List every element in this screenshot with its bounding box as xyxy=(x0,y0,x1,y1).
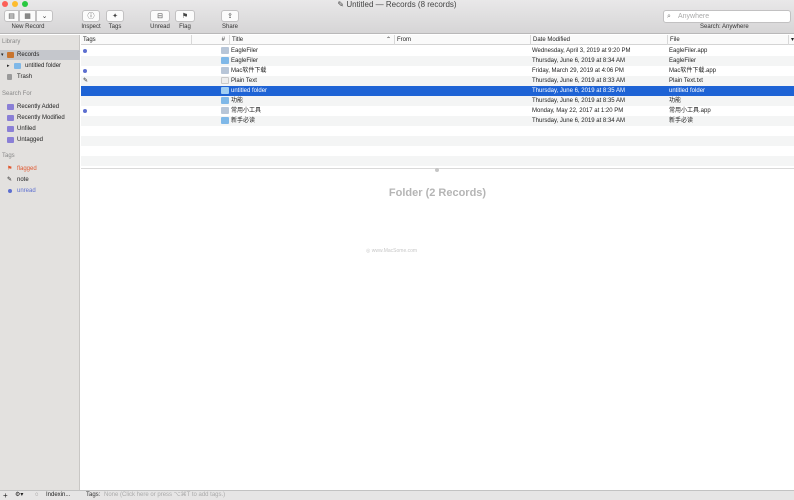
folder-icon xyxy=(221,97,229,104)
split-view-handle[interactable] xyxy=(435,168,439,172)
column-header-date-modified[interactable]: Date Modified xyxy=(530,35,667,45)
toolbar: ✎ Untitled — Records (8 records) ▤ ▦ ⌄ N… xyxy=(0,0,794,34)
note-icon: ▦ xyxy=(24,13,31,20)
pencil-icon: ✎ xyxy=(7,177,13,183)
preview-pane: Folder (2 Records) ◎ www.MacSome.com xyxy=(81,168,794,490)
table-row[interactable]: Mac软件下载 Friday, March 29, 2019 at 4:06 P… xyxy=(81,66,794,76)
records-icon xyxy=(7,52,14,58)
new-record-icon: ▤ xyxy=(8,13,15,20)
search-scope-label: Search: Anywhere xyxy=(700,24,749,30)
status-bar: + ⚙▾ ◌ Indexin... Tags: None (Click here… xyxy=(0,490,794,500)
new-record-button[interactable]: ▤ xyxy=(4,10,19,22)
table-row[interactable]: 常用小工具 Monday, May 22, 2017 at 1:20 PM 常用… xyxy=(81,106,794,116)
sidebar-library-header: Library xyxy=(2,39,21,45)
table-row[interactable]: 功能 Thursday, June 6, 2019 at 8:35 AM 功能 xyxy=(81,96,794,106)
sidebar-item-unfiled[interactable]: Unfiled xyxy=(0,124,80,134)
table-row[interactable]: 新手必读 Thursday, June 6, 2019 at 8:34 AM 新… xyxy=(81,116,794,126)
column-header-from[interactable]: From xyxy=(394,35,530,45)
add-icon[interactable]: + xyxy=(3,491,8,500)
flag-icon: ⚑ xyxy=(7,166,13,172)
folder-icon xyxy=(221,117,229,124)
folder-icon xyxy=(14,63,21,69)
inspect-label: Inspect xyxy=(81,24,101,30)
table-row[interactable]: EagleFiler Wednesday, April 3, 2019 at 9… xyxy=(81,46,794,56)
sidebar-item-recently-modified[interactable]: Recently Modified xyxy=(0,113,80,123)
trash-icon xyxy=(7,74,12,80)
smart-folder-icon xyxy=(7,104,14,110)
disclosure-triangle-icon: ▾ xyxy=(1,52,4,58)
flag-label: Flag xyxy=(179,24,191,30)
sidebar-item-note[interactable]: ✎ note xyxy=(0,175,80,185)
action-menu-icon[interactable]: ⚙▾ xyxy=(15,491,23,500)
pencil-icon: ✎ xyxy=(83,78,89,84)
new-record-label: New Record xyxy=(11,24,45,30)
smart-folder-icon xyxy=(7,115,14,121)
chevron-down-icon: ⌄ xyxy=(41,13,48,20)
window-title: ✎ Untitled — Records (8 records) xyxy=(337,0,457,9)
column-header-tags[interactable]: Tags xyxy=(81,35,191,45)
app-icon xyxy=(221,47,229,54)
tags-label: Tags xyxy=(108,24,122,30)
status-tags-field[interactable]: None (Click here or press ⌥⌘T to add tag… xyxy=(104,491,225,500)
search-icon: ⌕ xyxy=(667,13,671,20)
search-input[interactable]: ⌕ Anywhere xyxy=(663,10,791,23)
unread-button[interactable]: ⊟ xyxy=(150,10,170,22)
column-chooser-icon[interactable]: ▾ xyxy=(788,35,794,45)
smart-folder-icon xyxy=(7,137,14,143)
indexing-spinner-icon: ◌ xyxy=(35,492,39,498)
unread-label: Unread xyxy=(150,24,170,30)
sidebar-item-unread[interactable]: unread xyxy=(0,186,80,196)
smart-folder-icon xyxy=(7,126,14,132)
table-row-selected[interactable]: untitled folder Thursday, June 6, 2019 a… xyxy=(81,86,794,96)
sort-ascending-icon: ⌃ xyxy=(385,37,391,43)
status-tags-label: Tags: xyxy=(86,492,101,498)
tag-icon: ✦ xyxy=(112,13,118,20)
sidebar-search-header: Search For xyxy=(2,91,32,97)
unread-dot-icon xyxy=(83,49,87,53)
share-icon: ⇪ xyxy=(227,13,233,20)
folder-icon xyxy=(221,57,229,64)
column-header-file[interactable]: File xyxy=(667,35,788,45)
app-icon xyxy=(221,107,229,114)
indexing-status: Indexin... xyxy=(46,492,71,498)
sidebar-item-records[interactable]: ▾ Records xyxy=(0,50,80,60)
text-file-icon xyxy=(221,77,229,84)
table-row[interactable]: ✎ Plain Text Thursday, June 6, 2019 at 8… xyxy=(81,76,794,86)
watermark: ◎ www.MacSome.com xyxy=(366,248,418,254)
empty-row xyxy=(81,126,794,136)
flag-icon: ⚑ xyxy=(181,13,189,20)
app-icon xyxy=(221,67,229,74)
new-note-button[interactable]: ▦ xyxy=(19,10,36,22)
sidebar: Library ▾ Records ▸ untitled folder Tras… xyxy=(0,35,80,490)
sidebar-item-recently-added[interactable]: Recently Added xyxy=(0,102,80,112)
sidebar-item-flagged[interactable]: ⚑ flagged xyxy=(0,164,80,174)
folder-icon xyxy=(221,87,229,94)
disclosure-triangle-icon: ▸ xyxy=(7,63,10,69)
unread-icon: ⊟ xyxy=(157,13,163,20)
sidebar-item-untitled-folder[interactable]: ▸ untitled folder xyxy=(0,61,80,71)
share-label: Share xyxy=(221,24,238,30)
unread-dot-icon xyxy=(83,69,87,73)
empty-row xyxy=(81,156,794,166)
sidebar-item-untagged[interactable]: Untagged xyxy=(0,135,80,145)
unread-dot-icon xyxy=(83,109,87,113)
info-icon: ⓘ xyxy=(87,13,95,20)
sidebar-tags-header: Tags xyxy=(2,153,15,159)
column-header-number[interactable]: # xyxy=(191,35,229,45)
inspect-button[interactable]: ⓘ xyxy=(82,10,100,22)
table-row[interactable]: EagleFiler Thursday, June 6, 2019 at 8:3… xyxy=(81,56,794,66)
sidebar-item-trash[interactable]: Trash xyxy=(0,72,80,82)
preview-title: Folder (2 Records) xyxy=(388,187,487,199)
flag-button[interactable]: ⚑ xyxy=(175,10,195,22)
share-button[interactable]: ⇪ xyxy=(221,10,239,22)
empty-row xyxy=(81,136,794,146)
table-header: Tags # Title ⌃ From Date Modified File ▾ xyxy=(81,35,794,45)
tags-button[interactable]: ✦ xyxy=(106,10,124,22)
column-header-title[interactable]: Title ⌃ xyxy=(229,35,394,45)
document-icon: ✎ xyxy=(337,0,347,9)
new-record-menu-button[interactable]: ⌄ xyxy=(36,10,53,22)
unread-dot-icon xyxy=(8,189,12,193)
empty-row xyxy=(81,146,794,156)
